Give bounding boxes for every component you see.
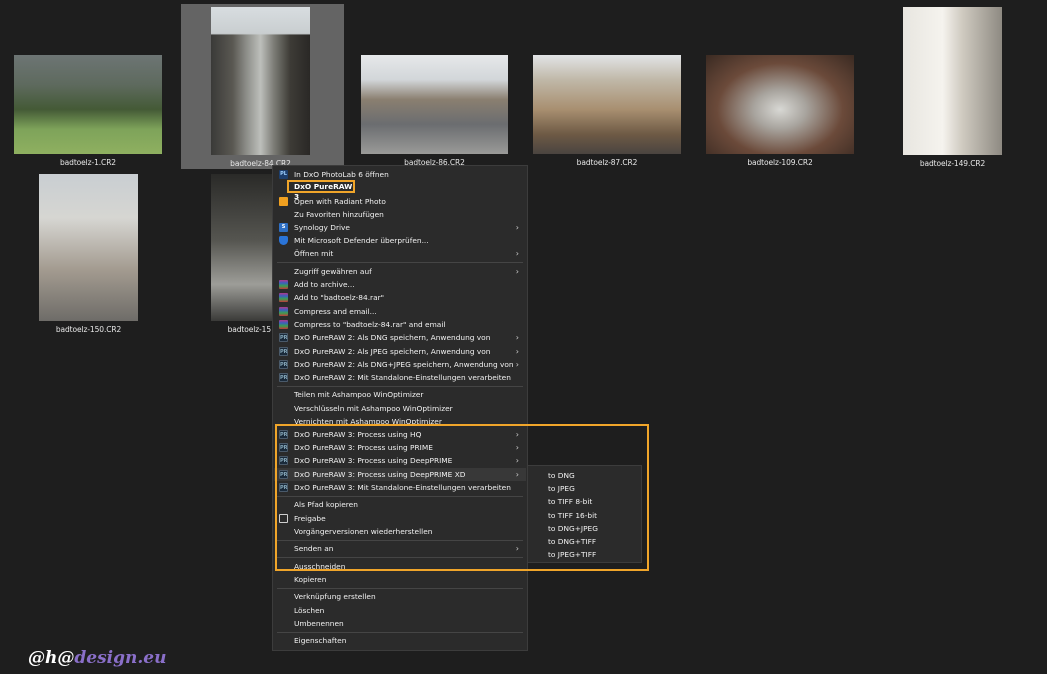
pureraw-icon: PR [279,347,288,356]
chevron-right-icon: › [515,360,519,369]
menu-item-favorites[interactable]: Zu Favoriten hinzufügen [273,208,527,221]
photo-garden [14,55,162,154]
photo-alley [211,7,310,155]
file-name: badtoelz-149.CR2 [919,159,986,168]
winrar-icon [279,293,288,302]
menu-item-open-with[interactable]: Öffnen mit › [273,247,527,260]
menu-item-radiant-photo[interactable]: Open with Radiant Photo [273,195,527,208]
menu-item-copy[interactable]: Kopieren [273,573,527,586]
menu-item-create-shortcut[interactable]: Verknüpfung erstellen [273,590,527,603]
chevron-right-icon: › [515,223,519,232]
menu-item-compress-rar-email[interactable]: Compress to "badtoelz-84.rar" and email [273,318,527,331]
pureraw-icon: PR [279,333,288,342]
watermark-logo: @h@design.eu [28,648,167,668]
photo-street [361,55,508,154]
menu-item-defender[interactable]: Mit Microsoft Defender überprüfen... [273,234,527,247]
photo-facade [533,55,681,154]
menu-item-rename[interactable]: Umbenennen [273,617,527,630]
annotation-highlight-box [275,424,649,571]
chevron-right-icon: › [515,267,519,276]
pureraw-icon: PR [279,373,288,382]
chevron-right-icon: › [515,249,519,258]
menu-item-pureraw2-dng[interactable]: PR DxO PureRAW 2: Als DNG speichern, Anw… [273,331,527,344]
file-name: badtoelz-1.CR2 [60,158,116,167]
chevron-right-icon: › [515,333,519,342]
menu-item-add-rar[interactable]: Add to "badtoelz-84.rar" [273,291,527,304]
file-name: badtoelz-109.CR2 [747,158,813,167]
menu-item-pureraw2-standalone[interactable]: PR DxO PureRAW 2: Mit Standalone-Einstel… [273,371,527,384]
file-name: badtoelz-87.CR2 [576,158,638,167]
file-name: badtoelz-15 [227,325,272,334]
winrar-icon [279,320,288,329]
menu-item-add-archive[interactable]: Add to archive... [273,278,527,291]
synology-drive-icon: S [279,223,288,232]
photo-tunnel [706,55,854,154]
menu-item-ashampoo-encrypt[interactable]: Verschlüsseln mit Ashampoo WinOptimizer [273,402,527,415]
menu-separator [277,632,523,633]
chevron-right-icon: › [515,347,519,356]
menu-item-delete[interactable]: Löschen [273,604,527,617]
pureraw-icon: PR [279,360,288,369]
menu-separator [277,386,523,387]
photo-house [39,174,138,321]
menu-item-pureraw3[interactable]: DxO PureRAW 3 [287,180,355,201]
winrar-icon [279,307,288,316]
photolab-icon: PL [279,170,288,179]
menu-item-pureraw2-dng-jpeg[interactable]: PR DxO PureRAW 2: Als DNG+JPEG speichern… [273,358,527,371]
menu-item-properties[interactable]: Eigenschaften [273,634,527,647]
menu-item-compress-email[interactable]: Compress and email... [273,305,527,318]
winrar-icon [279,280,288,289]
defender-shield-icon [279,236,288,245]
menu-item-grant-access[interactable]: Zugriff gewähren auf › [273,265,527,278]
menu-item-synology-drive[interactable]: S Synology Drive › [273,221,527,234]
menu-separator [277,262,523,263]
menu-separator [277,588,523,589]
radiant-photo-icon [279,197,288,206]
photo-arcade [903,7,1002,155]
menu-item-pureraw2-jpeg[interactable]: PR DxO PureRAW 2: Als JPEG speichern, An… [273,345,527,358]
file-name: badtoelz-150.CR2 [55,325,122,334]
menu-item-ashampoo-share[interactable]: Teilen mit Ashampoo WinOptimizer [273,388,527,401]
